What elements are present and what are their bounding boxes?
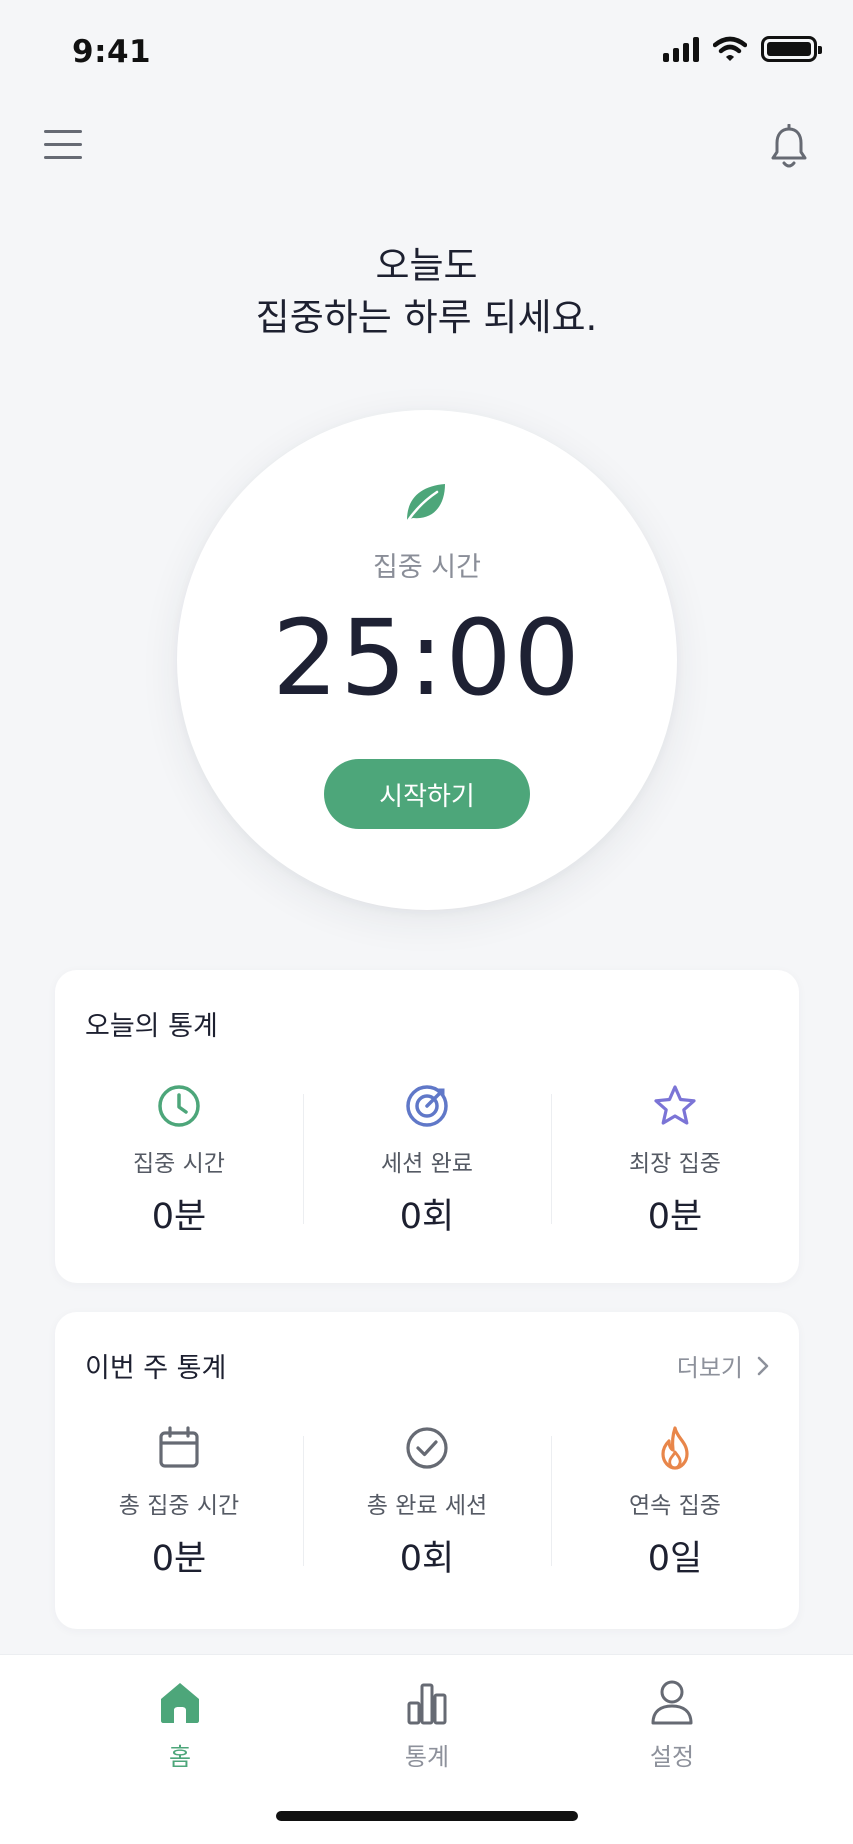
status-time: 9:41 xyxy=(72,34,152,70)
timer-label: 집중 시간 xyxy=(373,552,481,583)
nav-label: 홈 xyxy=(168,1743,192,1771)
nav-item-stats[interactable]: 통계 xyxy=(347,1677,507,1772)
stat-value: 0회 xyxy=(399,1197,455,1237)
timer-card: 집중 시간 25:00 시작하기 xyxy=(177,410,677,910)
stat-label: 세션 완료 xyxy=(381,1151,473,1177)
target-icon xyxy=(406,1085,448,1127)
status-bar: 9:41 xyxy=(0,0,853,104)
bar-chart-icon xyxy=(407,1683,447,1725)
stat-value: 0일 xyxy=(647,1539,703,1579)
stat-focus-time: 집중 시간 0분 xyxy=(55,1082,303,1242)
greeting-line-1: 오늘도 xyxy=(375,244,478,287)
start-button[interactable]: 시작하기 xyxy=(324,759,530,829)
status-icons xyxy=(663,36,822,62)
nav-item-home[interactable]: 홈 xyxy=(100,1677,260,1772)
chevron-right-icon xyxy=(757,1356,769,1375)
week-stats-title: 이번 주 통계 xyxy=(85,1353,227,1384)
today-stats-row: 집중 시간 0분 세션 완료 0회 최장 집중 0분 xyxy=(55,1082,799,1242)
nav-label: 통계 xyxy=(404,1743,450,1771)
home-indicator xyxy=(276,1811,578,1821)
more-link-label: 더보기 xyxy=(676,1354,743,1382)
wifi-icon xyxy=(713,36,747,61)
timer-value: 25:00 xyxy=(272,597,582,719)
more-link[interactable]: 더보기 xyxy=(677,1348,769,1383)
leaf-icon xyxy=(405,484,445,524)
bell-icon[interactable] xyxy=(769,124,809,172)
stat-label: 연속 집중 xyxy=(629,1493,721,1519)
nav-label: 설정 xyxy=(649,1743,695,1771)
nav-item-settings[interactable]: 설정 xyxy=(592,1677,752,1772)
stat-longest-focus: 최장 집중 0분 xyxy=(551,1082,799,1242)
stat-total-focus-time: 총 집중 시간 0분 xyxy=(55,1424,303,1584)
star-icon xyxy=(654,1085,696,1125)
stat-value: 0회 xyxy=(399,1539,455,1579)
stat-value: 0분 xyxy=(151,1197,207,1237)
week-stats-row: 총 집중 시간 0분 총 완료 세션 0회 연속 집중 0일 xyxy=(55,1424,799,1584)
stat-streak: 연속 집중 0일 xyxy=(551,1424,799,1584)
stat-sessions-completed: 세션 완료 0회 xyxy=(303,1082,551,1242)
stat-label: 최장 집중 xyxy=(629,1151,721,1177)
home-icon xyxy=(161,1683,199,1723)
user-icon xyxy=(651,1680,693,1725)
today-stats-title: 오늘의 통계 xyxy=(85,1011,218,1042)
stat-value: 0분 xyxy=(647,1197,703,1237)
stat-value: 0분 xyxy=(151,1539,207,1579)
today-stats-card: 오늘의 통계 집중 시간 0분 세션 완료 0회 최장 집중 0분 xyxy=(55,970,799,1283)
top-bar xyxy=(0,120,853,180)
check-circle-icon xyxy=(406,1427,448,1469)
clock-icon xyxy=(158,1085,200,1127)
flame-icon xyxy=(661,1426,689,1470)
menu-icon[interactable] xyxy=(44,130,82,162)
greeting-line-2: 집중하는 하루 되세요. xyxy=(255,296,598,339)
stat-total-sessions: 총 완료 세션 0회 xyxy=(303,1424,551,1584)
calendar-icon xyxy=(159,1426,199,1468)
stat-label: 총 완료 세션 xyxy=(366,1493,488,1519)
stat-label: 총 집중 시간 xyxy=(118,1493,240,1519)
greeting: 오늘도 집중하는 하루 되세요. xyxy=(0,240,853,344)
week-stats-card: 이번 주 통계 더보기 총 집중 시간 0분 총 완료 세션 0회 연속 집중 … xyxy=(55,1312,799,1629)
battery-icon xyxy=(761,36,822,62)
stat-label: 집중 시간 xyxy=(133,1151,225,1177)
cellular-signal-icon xyxy=(663,36,699,62)
